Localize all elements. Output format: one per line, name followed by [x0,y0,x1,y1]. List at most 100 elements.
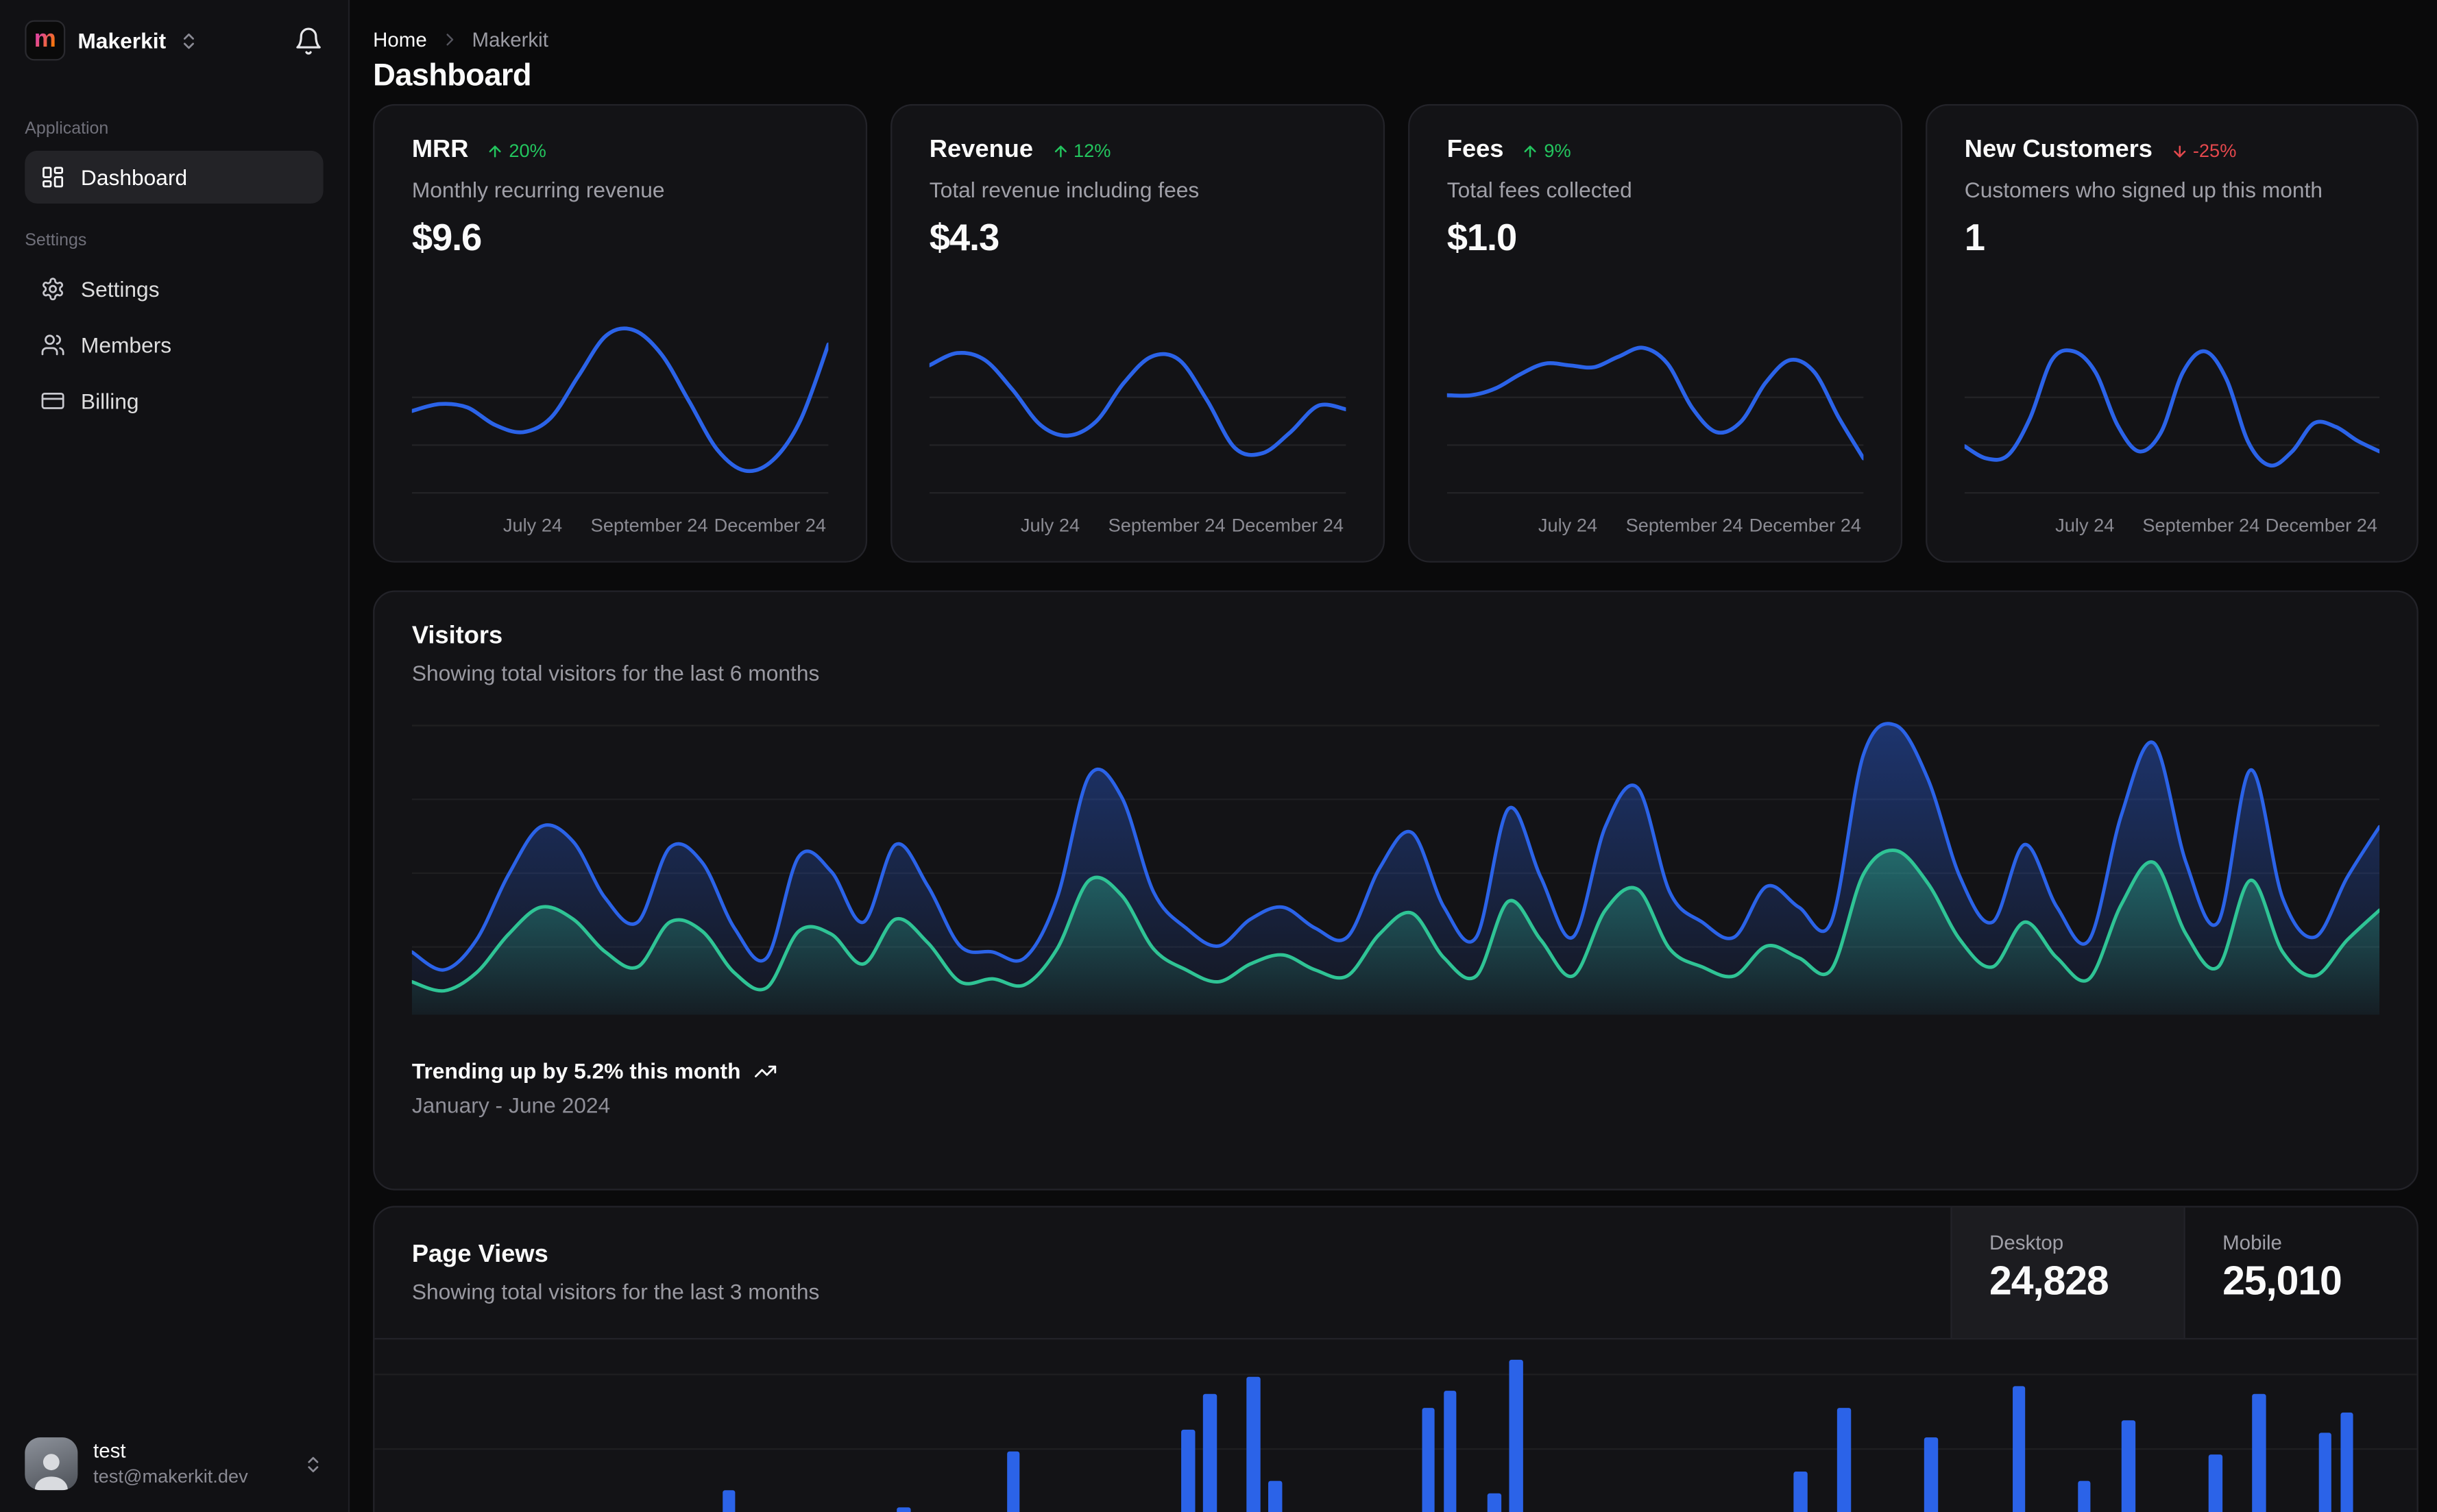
tab-label: Desktop [1989,1230,2064,1254]
stat-card-mrr: MRR 20% Monthly recurring revenue $9.6 J… [373,103,868,563]
settings-gear-icon [40,277,65,302]
trend-badge: 12% [1052,140,1111,162]
bar [1837,1407,1851,1512]
bar [1793,1472,1807,1512]
chevrons-up-down-icon [178,30,198,50]
x-axis-labels: July 24 September 24 December 24 [502,514,827,537]
bar [1246,1377,1261,1512]
sidebar-item-members[interactable]: Members [25,319,323,371]
bar [2077,1480,2092,1512]
avatar [25,1437,78,1491]
bar [2253,1394,2266,1512]
sparkline-chart: July 24 September 24 December 24 [1962,317,2381,537]
tab-value: 24,828 [1989,1257,2109,1304]
tab-label: Mobile [2222,1230,2282,1254]
sparkline-chart: July 24 September 24 December 24 [1444,317,1866,537]
chevron-right-icon [439,29,459,49]
makerkit-logo: m [25,20,66,61]
visitors-date-range: January - June 2024 [411,1092,611,1118]
arrow-up-icon [489,145,502,157]
sidebar-item-label: Members [80,332,172,358]
bar [1443,1390,1457,1512]
bar [2318,1433,2332,1512]
stat-subtitle: Customers who signed up this month [1964,177,2323,202]
workspace-selector[interactable]: m Makerkit [0,0,348,76]
bar [2209,1454,2222,1512]
user-menu[interactable]: test test@makerkit.dev [0,1415,348,1512]
trend-badge: 9% [1523,140,1571,162]
sidebar-item-label: Dashboard [80,164,188,190]
user-name: test [93,1439,126,1463]
visitors-subtitle: Showing total visitors for the last 6 mo… [411,660,820,685]
bar [1509,1360,1523,1512]
visitors-card: Visitors Showing total visitors for the … [373,590,2418,1191]
arrow-up-icon [1525,145,1537,157]
bar [1924,1437,1938,1512]
stat-title: MRR [411,136,469,164]
chevrons-up-down-icon [303,1454,323,1474]
stat-value: 1 [1964,217,1985,260]
arrow-down-icon [2174,145,2186,157]
page-views-bar-chart [374,1339,2417,1512]
sparkline-chart: July 24 September 24 December 24 [409,317,831,537]
sidebar-item-label: Billing [80,388,139,414]
visitors-title: Visitors [411,623,503,650]
stat-title: New Customers [1964,136,2153,164]
tab-value: 25,010 [2222,1257,2342,1304]
bar [1487,1493,1501,1512]
nav-section-label-application: Application [25,119,109,138]
sidebar-nav: Application Dashboard Settings Settings … [0,120,348,428]
page-views-card: Page Views Showing total visitors for th… [373,1206,2418,1512]
arrow-up-icon [1054,145,1067,157]
sidebar-item-label: Settings [80,276,160,302]
user-meta: test test@makerkit.dev [93,1439,248,1488]
trending-up-icon [753,1059,777,1082]
stat-title: Revenue [929,136,1034,164]
visitors-area-chart [410,707,2381,1015]
stat-card-new-customers: New Customers -25% Customers who signed … [1926,103,2418,563]
bar [722,1489,736,1512]
notifications-bell-icon[interactable] [294,25,324,55]
stat-card-revenue: Revenue 12% Total revenue including fees… [890,103,1385,563]
bar [2012,1385,2026,1512]
sidebar-item-dashboard[interactable]: Dashboard [25,150,324,204]
trend-badge: -25% [2171,140,2236,162]
sidebar-item-settings[interactable]: Settings [25,263,323,315]
stat-subtitle: Monthly recurring revenue [411,177,665,202]
bar [897,1507,911,1512]
users-icon [40,332,65,357]
stat-card-fees: Fees 9% Total fees collected $1.0 July 2… [1408,103,1903,563]
stat-value: $4.3 [929,217,1000,260]
bar [1181,1428,1195,1512]
bar [1422,1407,1435,1512]
bar [1203,1394,1217,1512]
tab-desktop[interactable]: Desktop 24,828 [1950,1207,2184,1339]
breadcrumb-current: Makerkit [472,27,548,51]
workspace-name: Makerkit [77,27,167,53]
bar [1006,1450,1020,1512]
sidebar: m Makerkit Application Dashboard Setting… [0,0,350,1512]
x-axis-labels: July 24 September 24 December 24 [1538,514,1861,537]
breadcrumb: Home Makerkit [373,25,2418,53]
bar [1268,1480,1283,1512]
page-title: Dashboard [373,59,531,94]
logo-letter: m [34,26,56,53]
credit-card-icon [40,389,65,413]
stat-subtitle: Total revenue including fees [929,177,1200,202]
tab-mobile[interactable]: Mobile 25,010 [2183,1207,2416,1339]
page-views-title: Page Views [411,1241,548,1269]
stat-title: Fees [1446,136,1504,164]
main-content: Home Makerkit Dashboard MRR 20% Monthly … [351,0,2437,1512]
stat-value: $1.0 [1446,217,1518,260]
user-email: test@makerkit.dev [93,1465,248,1487]
breadcrumb-home-link[interactable]: Home [373,27,427,51]
stat-value: $9.6 [411,217,483,260]
sidebar-item-billing[interactable]: Billing [25,374,323,427]
bar [2340,1411,2353,1512]
x-axis-labels: July 24 September 24 December 24 [2055,514,2378,537]
stat-cards-row: MRR 20% Monthly recurring revenue $9.6 J… [373,103,2418,563]
app-window: m Makerkit Application Dashboard Setting… [0,0,2437,1512]
trend-badge: 20% [487,140,546,162]
layout-dashboard-icon [40,164,65,189]
visitors-footer: Trending up by 5.2% this month [412,1058,2379,1083]
